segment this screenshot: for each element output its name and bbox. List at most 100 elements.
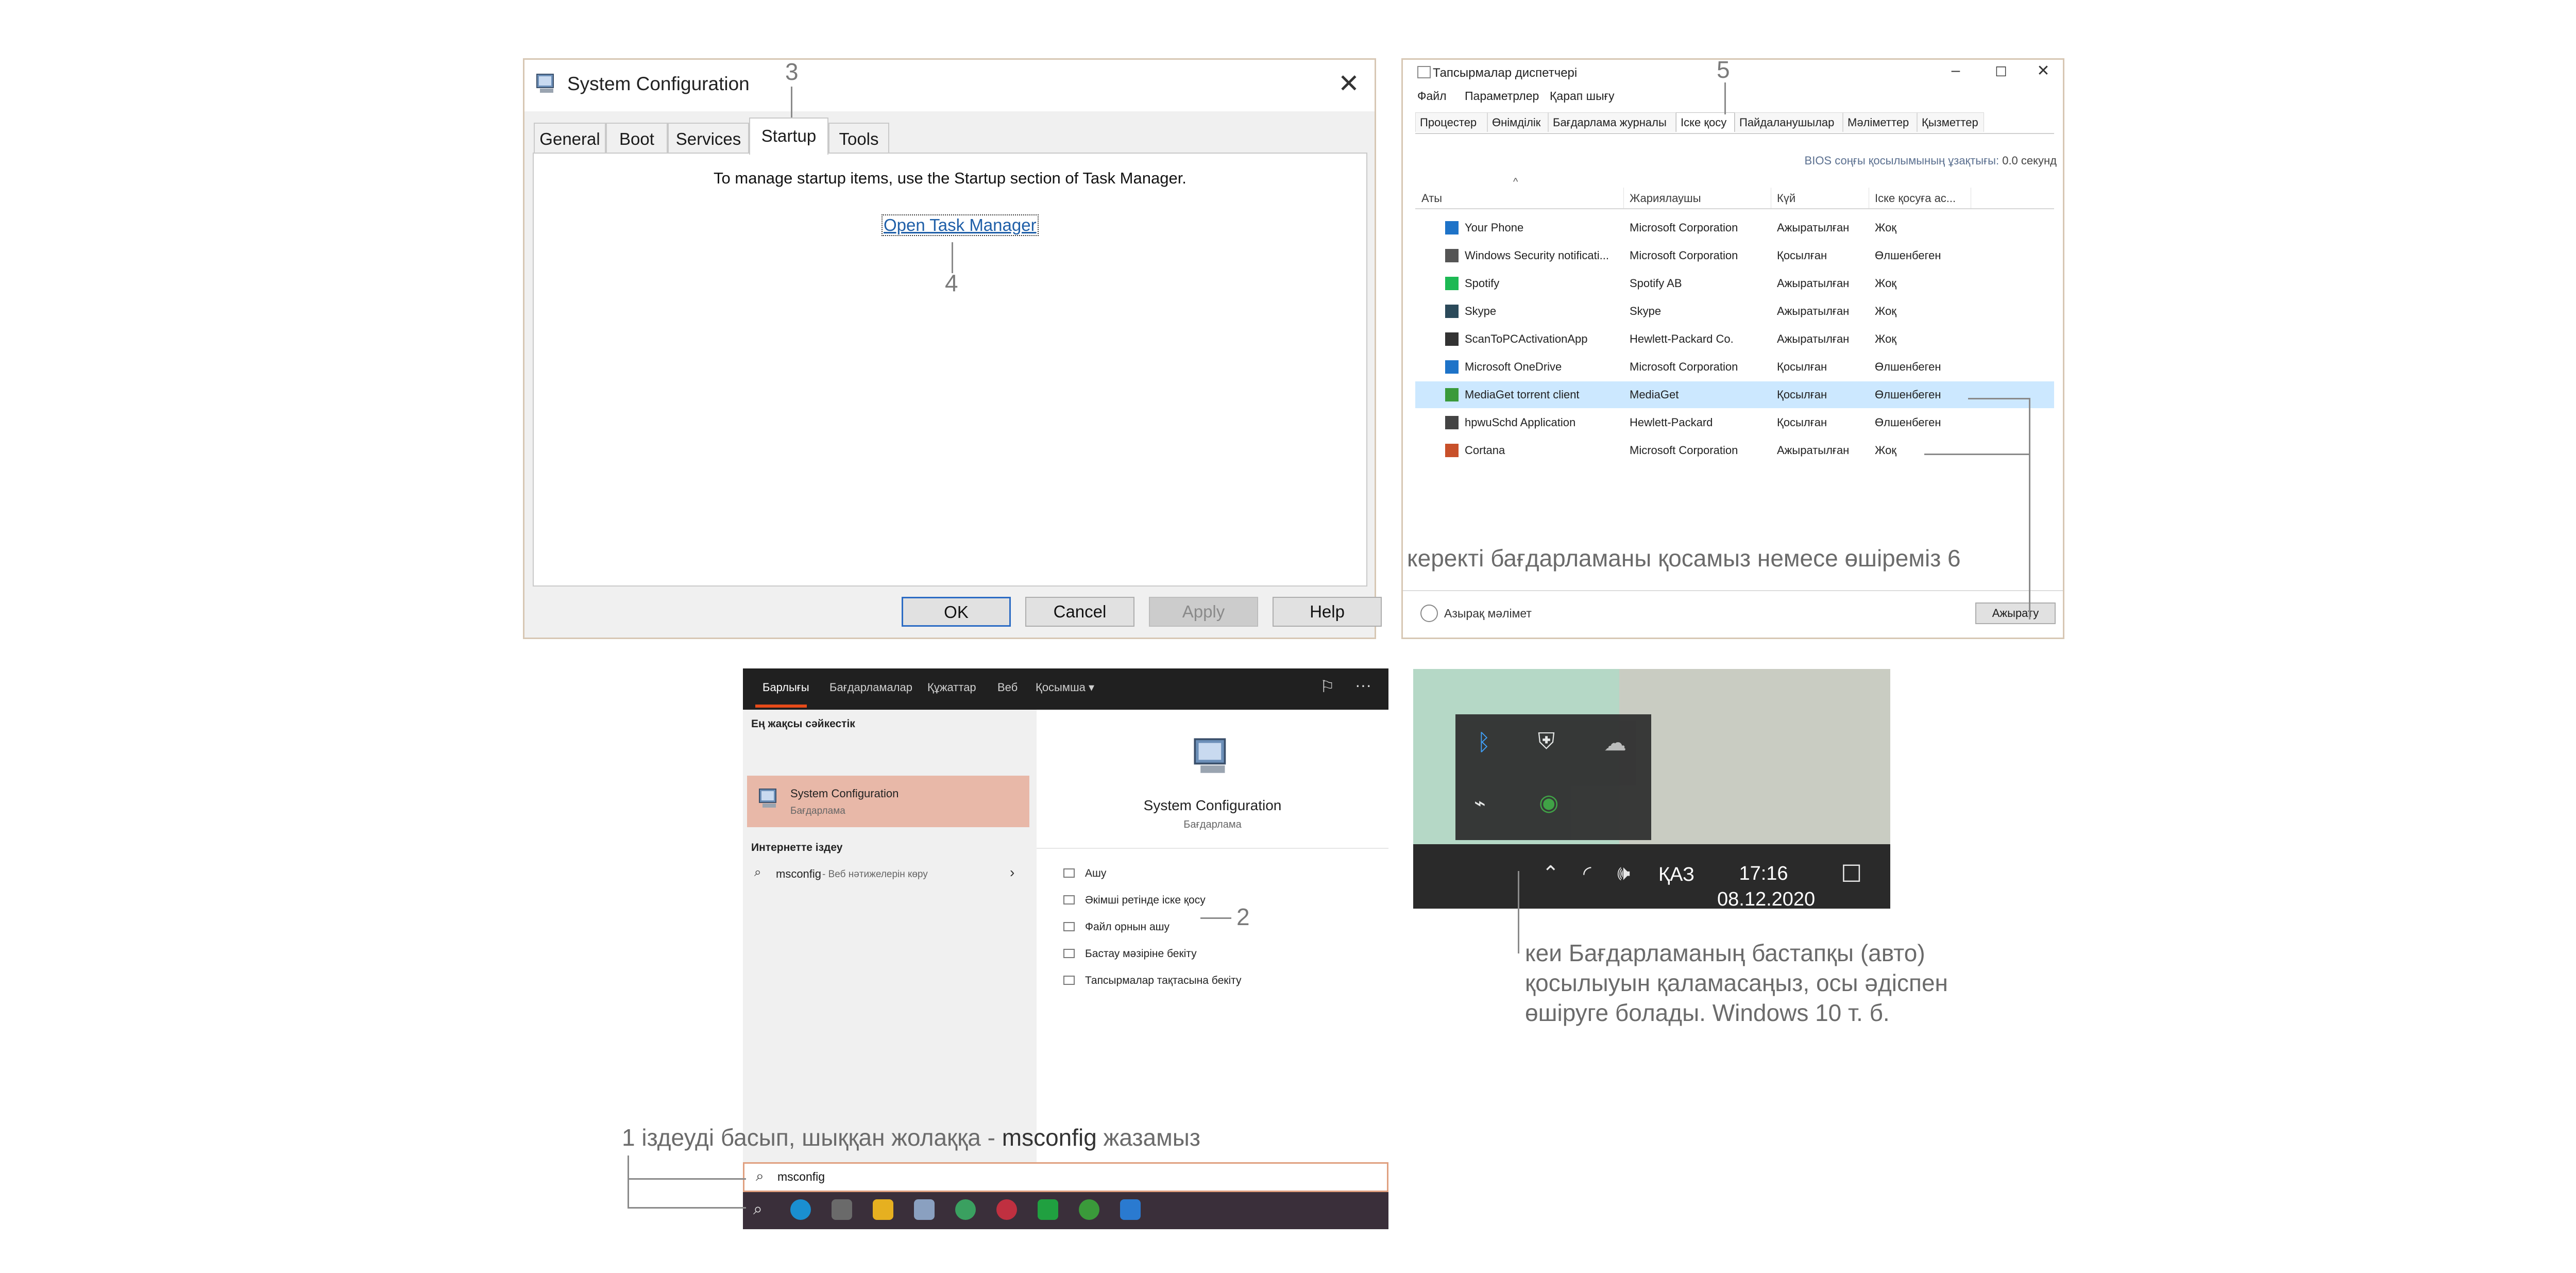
search-results-list: Ең жақсы сәйкестік System Configuration … bbox=[743, 710, 1037, 1185]
search-taskbar-icon[interactable]: ⌕ bbox=[753, 1199, 762, 1219]
clock-time: 17:16 bbox=[1739, 863, 1788, 884]
calculator-icon[interactable] bbox=[914, 1199, 935, 1220]
search-query: msconfig bbox=[777, 1170, 825, 1183]
hp-app-icon bbox=[1445, 416, 1459, 429]
tab-users[interactable]: Пайдаланушылар bbox=[1735, 112, 1843, 132]
tab-app-history[interactable]: Бағдарлама журналы bbox=[1548, 112, 1676, 132]
status: Қосылған bbox=[1777, 249, 1827, 262]
startup-row[interactable]: Your Phone Microsoft Corporation Ажыратылғ… bbox=[1415, 214, 2054, 241]
phone-app-icon[interactable] bbox=[1038, 1199, 1058, 1220]
power-icon[interactable]: ⌁ bbox=[1474, 792, 1486, 815]
language-indicator[interactable]: ҚАЗ bbox=[1658, 864, 1694, 886]
startup-row[interactable]: Microsoft OneDrive Microsoft Corporation Қ… bbox=[1415, 354, 2054, 380]
startup-row[interactable]: Skype Skype Ажыратылған Жоқ bbox=[1415, 298, 2054, 325]
edge-icon[interactable] bbox=[790, 1199, 811, 1220]
tab-tools[interactable]: Tools bbox=[828, 123, 889, 154]
menu-options[interactable]: Параметрлер bbox=[1465, 89, 1539, 103]
tray-caption-line-3: өшіруге болады. Windows 10 т. б. bbox=[1525, 999, 1890, 1026]
tab-details[interactable]: Мәліметтер bbox=[1843, 112, 1917, 132]
app-name: ScanToPCActivationApp bbox=[1465, 332, 1588, 345]
search-icon: ⌕ bbox=[754, 865, 761, 879]
filter-apps[interactable]: Бағдарламалар bbox=[829, 681, 912, 694]
startup-row[interactable]: Windows Security notificati... Microsoft … bbox=[1415, 242, 2054, 269]
onedrive-icon bbox=[1445, 360, 1459, 374]
app-icon[interactable] bbox=[955, 1199, 976, 1220]
startup-row[interactable]: MediaGet torrent client MediaGet Қосылған Ө… bbox=[1415, 381, 2054, 408]
menu-view[interactable]: Қарап шығу bbox=[1550, 89, 1615, 103]
filter-more[interactable]: Қосымша ▾ bbox=[1036, 681, 1094, 694]
best-match-item[interactable]: System Configuration Бағдарлама bbox=[747, 776, 1029, 827]
apply-button[interactable]: Apply bbox=[1149, 597, 1258, 627]
open-icon bbox=[1063, 868, 1075, 878]
maximize-icon[interactable]: ☐ bbox=[1991, 64, 2011, 80]
chevron-up-icon[interactable] bbox=[1420, 605, 1438, 622]
column-publisher[interactable]: Жариялаушы bbox=[1630, 192, 1701, 205]
tab-processes[interactable]: Процестер bbox=[1415, 112, 1487, 132]
tab-services[interactable]: Services bbox=[668, 123, 749, 154]
callout-5-line bbox=[1724, 82, 1726, 114]
startup-impact: Өлшенбеген bbox=[1875, 249, 1941, 262]
callout-4-line bbox=[952, 242, 953, 273]
close-icon[interactable]: ✕ bbox=[2033, 62, 2054, 80]
action-pin-to-taskbar[interactable]: Тапсырмалар тақтасына бекіту bbox=[1085, 975, 1241, 987]
action-pin-to-start[interactable]: Бастау мәзіріне бекіту bbox=[1085, 948, 1197, 960]
tab-general[interactable]: General bbox=[534, 123, 606, 154]
startup-row[interactable]: ScanToPCActivationApp Hewlett-Packard Co.… bbox=[1415, 326, 2054, 353]
column-status[interactable]: Күй bbox=[1777, 192, 1795, 205]
tab-startup[interactable]: Іске қосу bbox=[1676, 112, 1735, 132]
chevron-up-icon[interactable]: ⌃ bbox=[1542, 862, 1560, 885]
hp-scan-icon bbox=[1445, 332, 1459, 346]
clock-date: 08.12.2020 bbox=[1717, 889, 1816, 909]
startup-row[interactable]: hpwuSchd Application Hewlett-Packard Қосыл… bbox=[1415, 409, 2054, 436]
publisher: Microsoft Corporation bbox=[1630, 444, 1738, 457]
tab-services[interactable]: Қызметтер bbox=[1917, 112, 1984, 132]
media-app-icon[interactable] bbox=[996, 1199, 1017, 1220]
store-icon[interactable] bbox=[832, 1199, 852, 1220]
help-button[interactable]: Help bbox=[1273, 597, 1382, 627]
action-open[interactable]: Ашу bbox=[1085, 867, 1106, 880]
startup-impact: Жоқ bbox=[1875, 444, 1896, 457]
tab-startup[interactable]: Startup bbox=[749, 118, 828, 155]
publisher: MediaGet bbox=[1630, 388, 1679, 401]
startup-impact: Өлшенбеген bbox=[1875, 416, 1941, 429]
tray-caption-line-2: қосылыуын қаламасаңыз, осы әдіспен bbox=[1525, 969, 1948, 996]
step-1-caption-keyword: msconfig bbox=[1002, 1124, 1097, 1151]
mediaget-icon[interactable]: ◉ bbox=[1539, 790, 1558, 816]
clock[interactable]: 17:16 08.12.2020 bbox=[1717, 861, 1816, 909]
column-name[interactable]: Аты bbox=[1421, 192, 1442, 205]
startup-row[interactable]: Cortana Microsoft Corporation Ажыратылған Ж… bbox=[1415, 437, 2054, 464]
column-startup-impact[interactable]: Іске қосуға ас... bbox=[1875, 192, 1956, 205]
more-options-icon[interactable]: ··· bbox=[1355, 676, 1371, 695]
cancel-button[interactable]: Cancel bbox=[1025, 597, 1134, 627]
tab-boot[interactable]: Boot bbox=[606, 123, 668, 154]
minimize-icon[interactable]: – bbox=[1945, 62, 1966, 79]
search-box[interactable]: ⌕ msconfig bbox=[743, 1162, 1388, 1192]
filter-documents[interactable]: Құжаттар bbox=[927, 681, 976, 694]
startup-tab-panel: To manage startup items, use the Startup… bbox=[533, 153, 1367, 587]
bluetooth-icon[interactable]: ᛒ bbox=[1477, 730, 1490, 756]
close-icon[interactable]: ✕ bbox=[1334, 69, 1363, 98]
tab-performance[interactable]: Өнімділік bbox=[1487, 112, 1548, 132]
hidden-icons-flyout: ᛒ ⛨ ☁ ⌁ ◉ bbox=[1455, 714, 1651, 840]
word-icon[interactable] bbox=[1120, 1199, 1141, 1220]
action-run-as-admin[interactable]: Әкімші ретінде іске қосу bbox=[1085, 894, 1206, 907]
onedrive-icon[interactable]: ☁ bbox=[1604, 730, 1626, 756]
network-icon[interactable]: ◜ bbox=[1583, 862, 1591, 885]
file-explorer-icon[interactable] bbox=[873, 1199, 893, 1220]
fewer-details-link[interactable]: Азырақ мәлімет bbox=[1444, 607, 1532, 621]
mediaget-icon[interactable] bbox=[1079, 1199, 1099, 1220]
disable-button[interactable]: Ажырату bbox=[1975, 602, 2056, 624]
feedback-icon[interactable]: ⚐ bbox=[1320, 677, 1335, 696]
web-search-item[interactable]: ⌕ msconfig - Веб нәтижелерін көру › bbox=[747, 859, 1029, 890]
windows-security-icon[interactable]: ⛨ bbox=[1538, 729, 1555, 755]
action-open-file-location[interactable]: Файл орнын ашу bbox=[1085, 921, 1170, 933]
ok-button[interactable]: OK bbox=[902, 597, 1011, 627]
menu-file[interactable]: Файл bbox=[1417, 89, 1447, 103]
filter-web[interactable]: Веб bbox=[997, 681, 1018, 694]
notifications-icon[interactable]: ☐ bbox=[1841, 860, 1862, 887]
startup-row[interactable]: Spotify Spotify AB Ажыратылған Жоқ bbox=[1415, 270, 2054, 297]
open-task-manager-link[interactable]: Open Task Manager bbox=[882, 214, 1039, 236]
filter-all[interactable]: Барлығы bbox=[762, 681, 809, 694]
volume-icon[interactable]: 🕪 bbox=[1617, 862, 1630, 885]
best-match-header: Ең жақсы сәйкестік bbox=[751, 718, 855, 730]
